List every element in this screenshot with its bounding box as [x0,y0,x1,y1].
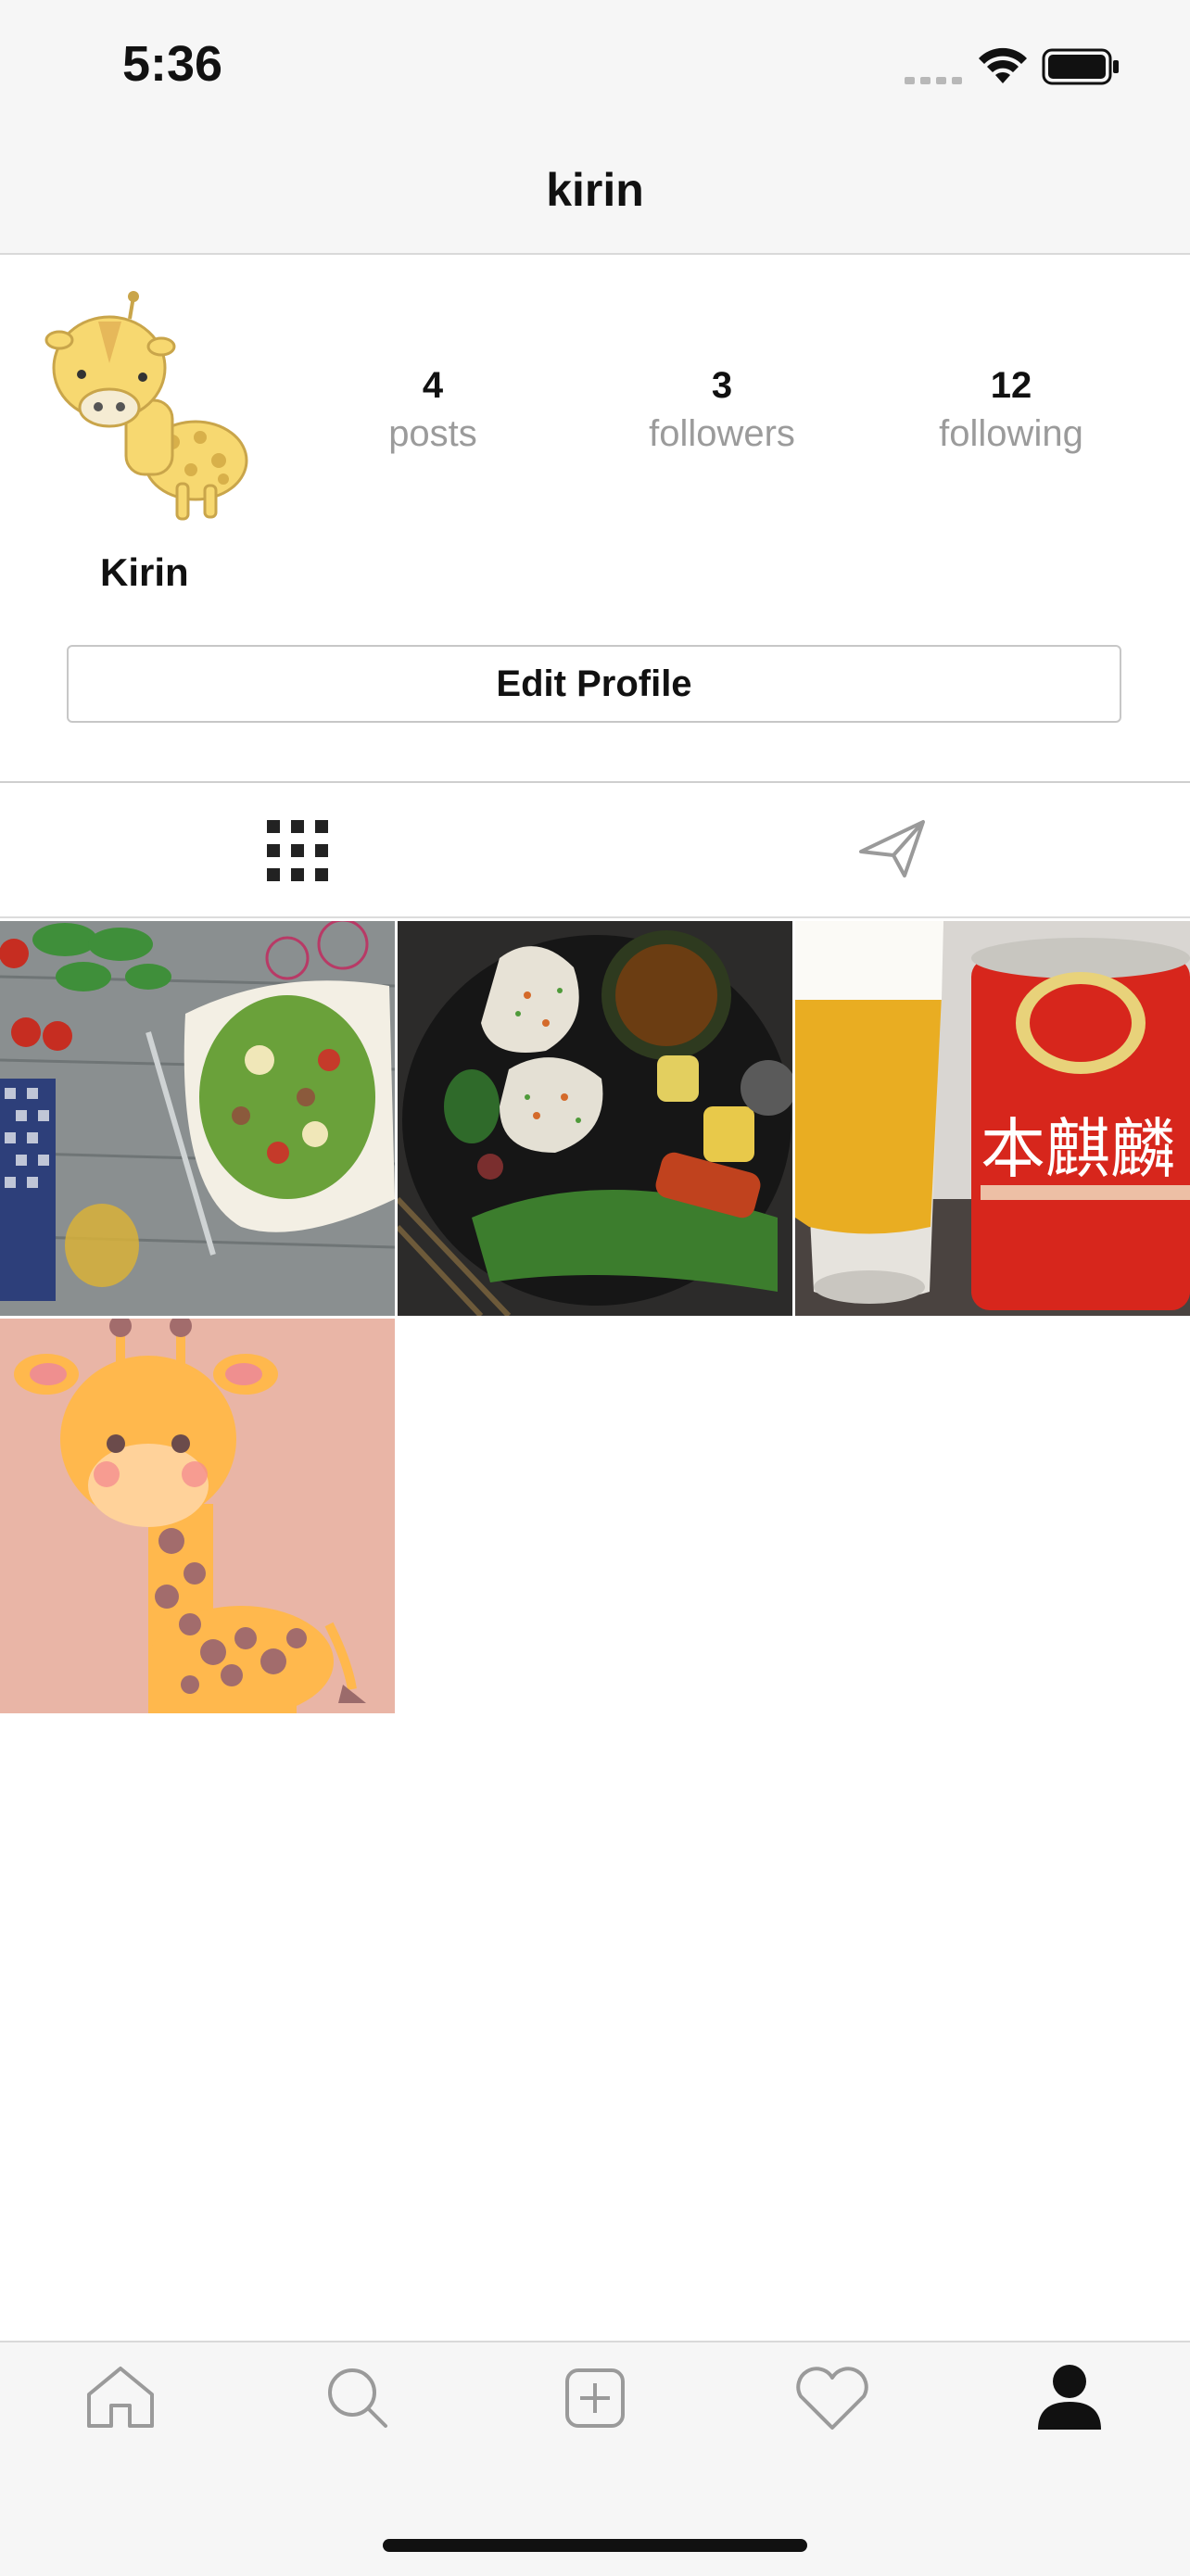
status-time: 5:36 [122,36,223,92]
stat-posts[interactable]: 4 posts [322,361,544,458]
add-post-icon [565,2368,625,2428]
stat-following[interactable]: 12 following [900,361,1122,458]
post-thumbnail-giraffe[interactable] [0,1319,395,1713]
avatar[interactable] [43,289,256,521]
tab-sent[interactable] [595,783,1190,916]
posts-count: 4 [422,365,444,406]
display-name: Kirin [100,550,189,594]
tab-bar-activity[interactable] [786,2361,879,2435]
tab-bar-add[interactable] [549,2361,641,2435]
tab-bar-home[interactable] [74,2361,167,2435]
edit-profile-button[interactable]: Edit Profile [67,645,1121,723]
search-icon [328,2368,387,2428]
page-title: kirin [546,164,644,216]
grid-icon [267,820,328,881]
wifi-icon [977,46,1029,90]
cellular-signal-icon [905,74,962,91]
stat-followers[interactable]: 3 followers [611,361,833,458]
post-thumbnail-onigiri-plate[interactable] [398,921,792,1316]
giraffe-avatar-icon [44,291,248,521]
heart-icon [796,2367,868,2430]
profile-icon [1038,2365,1101,2430]
post-thumbnail-salad[interactable] [0,921,395,1316]
svg-text:本麒麟: 本麒麟 [981,1111,1175,1187]
tab-grid[interactable] [0,783,595,916]
followers-label: followers [649,413,795,454]
tab-bar-search[interactable] [311,2361,404,2435]
battery-icon [1042,48,1121,90]
posts-label: posts [388,413,477,454]
tab-bar-profile[interactable] [1023,2361,1116,2435]
following-label: following [939,413,1083,454]
home-indicator [383,2539,807,2552]
post-thumbnail-beer[interactable]: 本麒麟 [795,921,1190,1316]
home-icon [87,2367,154,2428]
followers-count: 3 [711,365,733,406]
paper-plane-icon [859,820,925,878]
following-count: 12 [990,365,1032,406]
